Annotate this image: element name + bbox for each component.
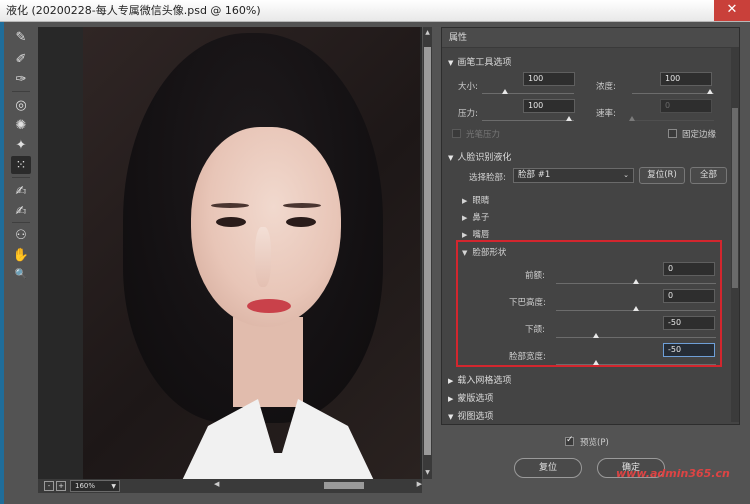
scroll-right-arrow-icon[interactable]: ▶ [417, 480, 422, 488]
rate-input: 0 [660, 99, 712, 113]
panel-title: 属性 [442, 28, 739, 48]
face-shape-highlight [456, 240, 722, 367]
site-watermark: www.admin365.cn [616, 467, 730, 480]
section-label: 视图选项 [457, 412, 494, 422]
load-mesh-header[interactable]: ▶ 载入网格选项 [448, 373, 511, 386]
section-label: 画笔工具选项 [457, 58, 512, 68]
pressure-input[interactable]: 100 [523, 99, 575, 113]
section-label: 蒙版选项 [457, 394, 494, 404]
pressure-label: 压力: [458, 109, 478, 119]
stylus-pressure-label: 光笔压力 [466, 130, 501, 140]
size-label: 大小: [458, 82, 478, 92]
scroll-up-arrow-icon[interactable]: ▲ [423, 28, 432, 38]
twirl-tool-icon[interactable]: ◎ [11, 96, 31, 114]
freeze-mask-tool-icon[interactable]: ✍ [11, 182, 31, 200]
preview-label: 预览(P) [580, 438, 609, 448]
stylus-pressure-checkbox [452, 129, 461, 138]
scroll-down-arrow-icon[interactable]: ▼ [423, 468, 432, 478]
section-label: 人脸识别液化 [457, 153, 512, 163]
scrollbar-thumb[interactable] [732, 108, 738, 288]
canvas-horizontal-scrollbar[interactable]: ◀ ▶ [214, 480, 422, 491]
zoom-tool-icon[interactable]: 🔍 [11, 265, 31, 283]
slider-knob[interactable] [566, 116, 573, 121]
preview-checkbox[interactable] [565, 435, 574, 446]
zoom-level-select[interactable]: 160% ▼ [70, 480, 120, 492]
tool-separator [12, 91, 30, 92]
hand-tool-icon[interactable]: ✋ [11, 246, 31, 264]
tool-separator [12, 222, 30, 223]
triangle-right-icon: ▶ [448, 377, 454, 385]
select-face-label: 选择脸部: [469, 173, 506, 183]
reset-button[interactable]: 复位 [514, 458, 582, 478]
reconstruct-tool-icon[interactable]: ✐ [11, 50, 31, 68]
window-title: 液化 (20200228-每人专属微信头像.psd @ 160%) [6, 4, 261, 17]
rate-label: 速率: [596, 109, 616, 119]
select-face-dropdown[interactable]: 脸部 #1 ⌄ [513, 168, 634, 183]
zoom-out-button[interactable]: - [44, 481, 54, 491]
triangle-right-icon: ▶ [462, 197, 468, 205]
mask-options-header[interactable]: ▶ 蒙版选项 [448, 391, 493, 404]
pin-edges-label: 固定边缘 [682, 130, 717, 140]
size-input[interactable]: 100 [523, 72, 575, 86]
triangle-right-icon: ▶ [462, 231, 468, 239]
face-tool-icon[interactable]: ⚇ [11, 226, 31, 244]
nose-section[interactable]: ▶ 鼻子 [462, 211, 489, 223]
triangle-right-icon: ▶ [462, 214, 468, 222]
rate-slider [629, 116, 714, 121]
face-all-button[interactable]: 全部 [690, 167, 727, 184]
close-button[interactable]: ✕ [714, 0, 750, 21]
section-label: 载入网格选项 [457, 376, 512, 386]
scrollbar-thumb[interactable] [324, 482, 364, 489]
zoom-level-value: 160% [75, 482, 96, 490]
pressure-slider[interactable] [482, 116, 574, 121]
triangle-down-icon: ▼ [448, 413, 454, 421]
mouth-label: 嘴唇 [472, 230, 490, 240]
preview-canvas[interactable] [38, 27, 422, 479]
canvas-vertical-scrollbar[interactable]: ▲ ▼ [423, 27, 432, 479]
density-input[interactable]: 100 [660, 72, 712, 86]
tool-separator [12, 177, 30, 178]
triangle-down-icon: ▼ [448, 59, 454, 67]
density-label: 浓度: [596, 82, 616, 92]
tool-panel: ✎ ✐ ✑ ◎ ✺ ✦ ⁙ ✍ ✍ ⚇ ✋ 🔍 [6, 25, 36, 485]
eyes-section[interactable]: ▶ 眼睛 [462, 194, 489, 206]
push-left-tool-icon[interactable]: ⁙ [11, 156, 31, 174]
zoom-in-button[interactable]: + [56, 481, 66, 491]
eyes-label: 眼睛 [472, 196, 490, 206]
brush-options-header[interactable]: ▼ 画笔工具选项 [448, 55, 511, 68]
bloat-tool-icon[interactable]: ✦ [11, 136, 31, 154]
panel-scrollbar[interactable] [731, 48, 739, 422]
slider-knob[interactable] [502, 89, 508, 94]
select-face-value: 脸部 #1 [518, 170, 551, 180]
density-slider[interactable] [632, 89, 714, 94]
smooth-tool-icon[interactable]: ✑ [11, 70, 31, 88]
chevron-down-icon: ⌄ [623, 171, 629, 179]
chevron-down-icon: ▼ [111, 483, 116, 490]
portrait-photo[interactable] [83, 27, 420, 479]
slider-knob [629, 116, 635, 121]
mouth-section[interactable]: ▶ 嘴唇 [462, 228, 489, 240]
forward-warp-tool-icon[interactable]: ✎ [11, 28, 31, 46]
scroll-left-arrow-icon[interactable]: ◀ [214, 480, 219, 488]
size-slider[interactable] [482, 89, 574, 94]
pin-edges-checkbox[interactable] [668, 129, 677, 138]
face-reset-button[interactable]: 复位(R) [639, 167, 685, 184]
scrollbar-thumb[interactable] [424, 47, 431, 455]
window-title-bar: 液化 (20200228-每人专属微信头像.psd @ 160%) ✕ [0, 0, 750, 22]
slider-knob[interactable] [706, 89, 713, 94]
pucker-tool-icon[interactable]: ✺ [11, 116, 31, 134]
window-left-border [0, 22, 4, 504]
triangle-down-icon: ▼ [448, 154, 454, 162]
view-options-header[interactable]: ▼ 视图选项 [448, 409, 493, 422]
nose-label: 鼻子 [472, 213, 490, 223]
thaw-mask-tool-icon[interactable]: ✍ [11, 202, 31, 220]
triangle-right-icon: ▶ [448, 395, 454, 403]
face-aware-header[interactable]: ▼ 人脸识别液化 [448, 150, 511, 163]
